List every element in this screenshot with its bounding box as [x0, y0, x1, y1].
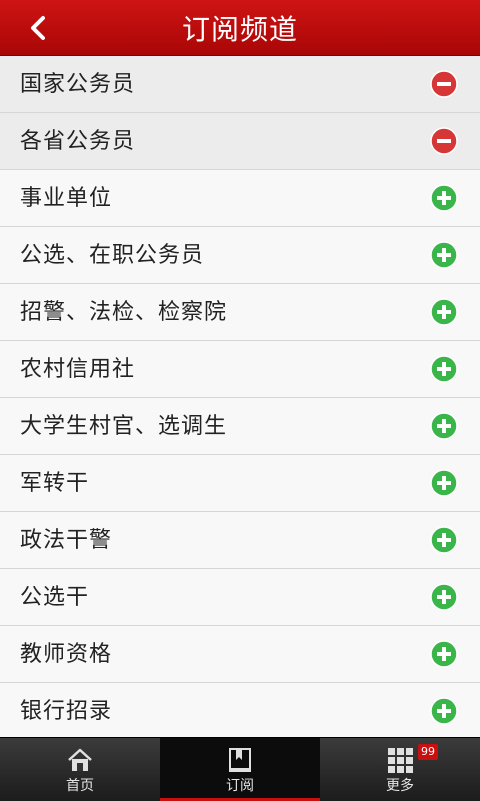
back-button[interactable]: [0, 0, 76, 56]
channel-label: 各省公务员: [20, 129, 136, 154]
channel-label: 教师资格: [20, 642, 113, 667]
title-bar: 订阅频道: [0, 0, 480, 56]
list-item[interactable]: 事业单位: [0, 170, 480, 227]
add-icon[interactable]: [430, 526, 458, 554]
list-item[interactable]: 各省公务员: [0, 113, 480, 170]
tab-more[interactable]: 更多: [320, 738, 480, 801]
list-item[interactable]: 招警、法检、检察院: [0, 284, 480, 341]
add-icon[interactable]: [430, 640, 458, 668]
list-item[interactable]: 银行招录: [0, 683, 480, 740]
channel-label: 农村信用社: [20, 357, 136, 382]
bottom-tab-bar: 首页 订阅 更多: [0, 737, 480, 801]
remove-icon[interactable]: [430, 70, 458, 98]
back-arrow-icon: [31, 16, 45, 40]
tab-label: 首页: [66, 778, 94, 794]
channel-label: 军转干: [20, 471, 90, 496]
list-item[interactable]: 国家公务员: [0, 56, 480, 113]
remove-icon[interactable]: [430, 127, 458, 155]
channel-label: 公选、在职公务员: [20, 243, 205, 268]
list-item[interactable]: 公选干: [0, 569, 480, 626]
add-icon[interactable]: [430, 184, 458, 212]
channel-label: 公选干: [20, 585, 90, 610]
list-item[interactable]: 大学生村官、选调生: [0, 398, 480, 455]
tab-label: 订阅: [226, 778, 254, 794]
tab-label: 更多: [386, 778, 414, 794]
grid-icon: [388, 748, 413, 773]
channel-label: 国家公务员: [20, 72, 136, 97]
tab-subscribe[interactable]: 订阅: [160, 738, 320, 801]
channel-list: 国家公务员 各省公务员 事业单位 公选、在职公务员 招警、法检、检察院 农村信用…: [0, 56, 480, 740]
list-item[interactable]: 公选、在职公务员: [0, 227, 480, 284]
page-title: 订阅频道: [181, 12, 298, 46]
book-icon: [229, 748, 251, 772]
channel-label: 大学生村官、选调生: [20, 414, 228, 439]
add-icon[interactable]: [430, 469, 458, 497]
add-icon[interactable]: [430, 697, 458, 725]
list-item[interactable]: 农村信用社: [0, 341, 480, 398]
list-item[interactable]: 教师资格: [0, 626, 480, 683]
tab-home[interactable]: 首页: [0, 738, 160, 801]
channel-label: 政法干警: [20, 528, 113, 553]
add-icon[interactable]: [430, 412, 458, 440]
add-icon[interactable]: [430, 583, 458, 611]
channel-label: 事业单位: [20, 186, 113, 211]
channel-label: 招警、法检、检察院: [20, 300, 228, 325]
list-item[interactable]: 军转干: [0, 455, 480, 512]
home-icon: [68, 748, 92, 771]
add-icon[interactable]: [430, 298, 458, 326]
channel-label: 银行招录: [20, 699, 113, 724]
list-item[interactable]: 政法干警: [0, 512, 480, 569]
notification-badge: 99: [418, 744, 438, 760]
add-icon[interactable]: [430, 355, 458, 383]
add-icon[interactable]: [430, 241, 458, 269]
